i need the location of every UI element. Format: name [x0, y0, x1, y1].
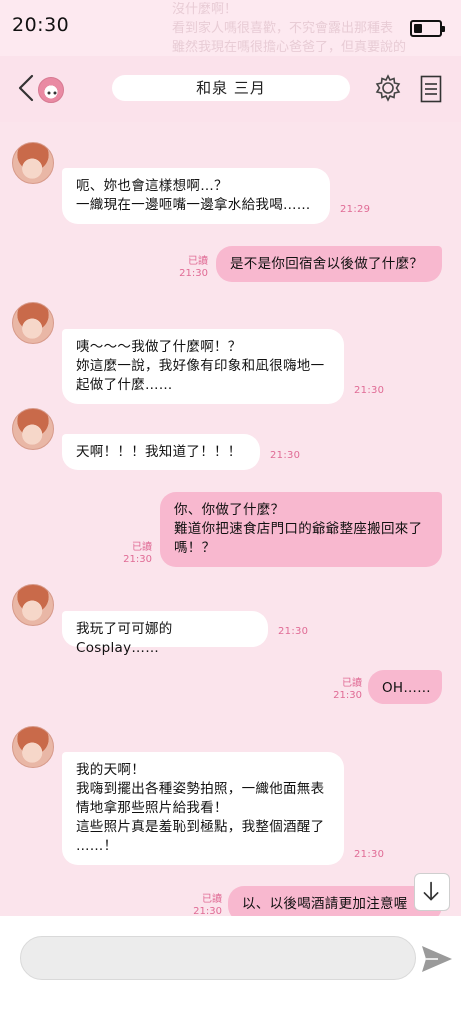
message-timestamp: 21:30 — [270, 450, 301, 461]
contact-avatar[interactable] — [12, 302, 54, 344]
message-timestamp: 21:30 — [354, 385, 385, 396]
status-time: 20:30 — [12, 14, 70, 36]
message-timestamp: 21:30 — [123, 554, 152, 565]
sticker-face-icon — [47, 91, 57, 95]
read-label: 已讀 — [342, 678, 362, 689]
contact-avatar[interactable] — [12, 408, 54, 450]
read-receipt: 已讀 21:30 — [120, 542, 152, 566]
message-timestamp: 21:30 — [278, 626, 309, 637]
arrow-down-icon — [423, 881, 439, 901]
message-bubble-outgoing: 你、你做了什麼？ 難道你把速食店門口的爺爺整座搬回來了 嗎！？ — [160, 492, 442, 567]
read-receipt: 已讀 21:30 — [176, 256, 208, 280]
message-bubble-incoming: 我玩了可可娜的Cosplay…… — [62, 611, 268, 656]
read-label: 已讀 — [132, 542, 152, 553]
document-menu-icon[interactable] — [420, 75, 442, 103]
chevron-left-icon[interactable] — [14, 72, 38, 104]
message-input[interactable] — [20, 936, 416, 980]
read-label: 已讀 — [202, 894, 222, 905]
scroll-to-bottom-button[interactable] — [414, 873, 450, 911]
chat-header: 和泉 三月 — [0, 56, 461, 122]
battery-cap — [442, 26, 445, 32]
message-composer — [0, 916, 461, 1024]
chat-title: 和泉 三月 — [112, 75, 350, 101]
message-bubble-incoming: 我的天啊！ 我嗨到擺出各種姿勢拍照，一織他面無表 情地拿那些照片給我看！ 這些照… — [62, 752, 344, 865]
message-bubble-incoming: 呃、妳也會這樣想啊…？ 一織現在一邊咂嘴一邊拿水給我喝…… — [62, 168, 330, 224]
message-bubble-outgoing: 以、以後喝酒請更加注意喔 — [228, 886, 442, 916]
message-bubble-outgoing: 是不是你回宿舍以後做了什麼？ — [216, 246, 442, 282]
read-receipt: 已讀 21:30 — [330, 678, 362, 702]
contact-avatar[interactable] — [12, 584, 54, 626]
message-timestamp: 21:29 — [340, 204, 371, 215]
message-timestamp: 21:30 — [354, 849, 385, 860]
message-bubble-outgoing: OH…… — [368, 670, 442, 704]
contact-avatar[interactable] — [12, 726, 54, 768]
message-bubble-incoming: 天啊！！！我知道了！！！ — [62, 434, 260, 470]
contact-avatar[interactable] — [12, 142, 54, 184]
gear-icon[interactable] — [374, 74, 402, 102]
message-list[interactable]: 呃、妳也會這樣想啊…？ 一織現在一邊咂嘴一邊拿水給我喝…… 21:29 已讀 2… — [0, 122, 461, 916]
message-timestamp: 21:30 — [193, 906, 222, 916]
message-timestamp: 21:30 — [333, 690, 362, 701]
read-receipt: 已讀 21:30 — [190, 894, 222, 916]
send-icon[interactable] — [420, 943, 454, 975]
read-label: 已讀 — [188, 256, 208, 267]
message-timestamp: 21:30 — [179, 268, 208, 279]
message-bubble-incoming: 咦～～～我做了什麼啊！？ 妳這麼一說，我好像有印象和凪很嗨地一 起做了什麼…… — [62, 329, 344, 404]
sticker-avatar-icon[interactable] — [38, 77, 64, 103]
